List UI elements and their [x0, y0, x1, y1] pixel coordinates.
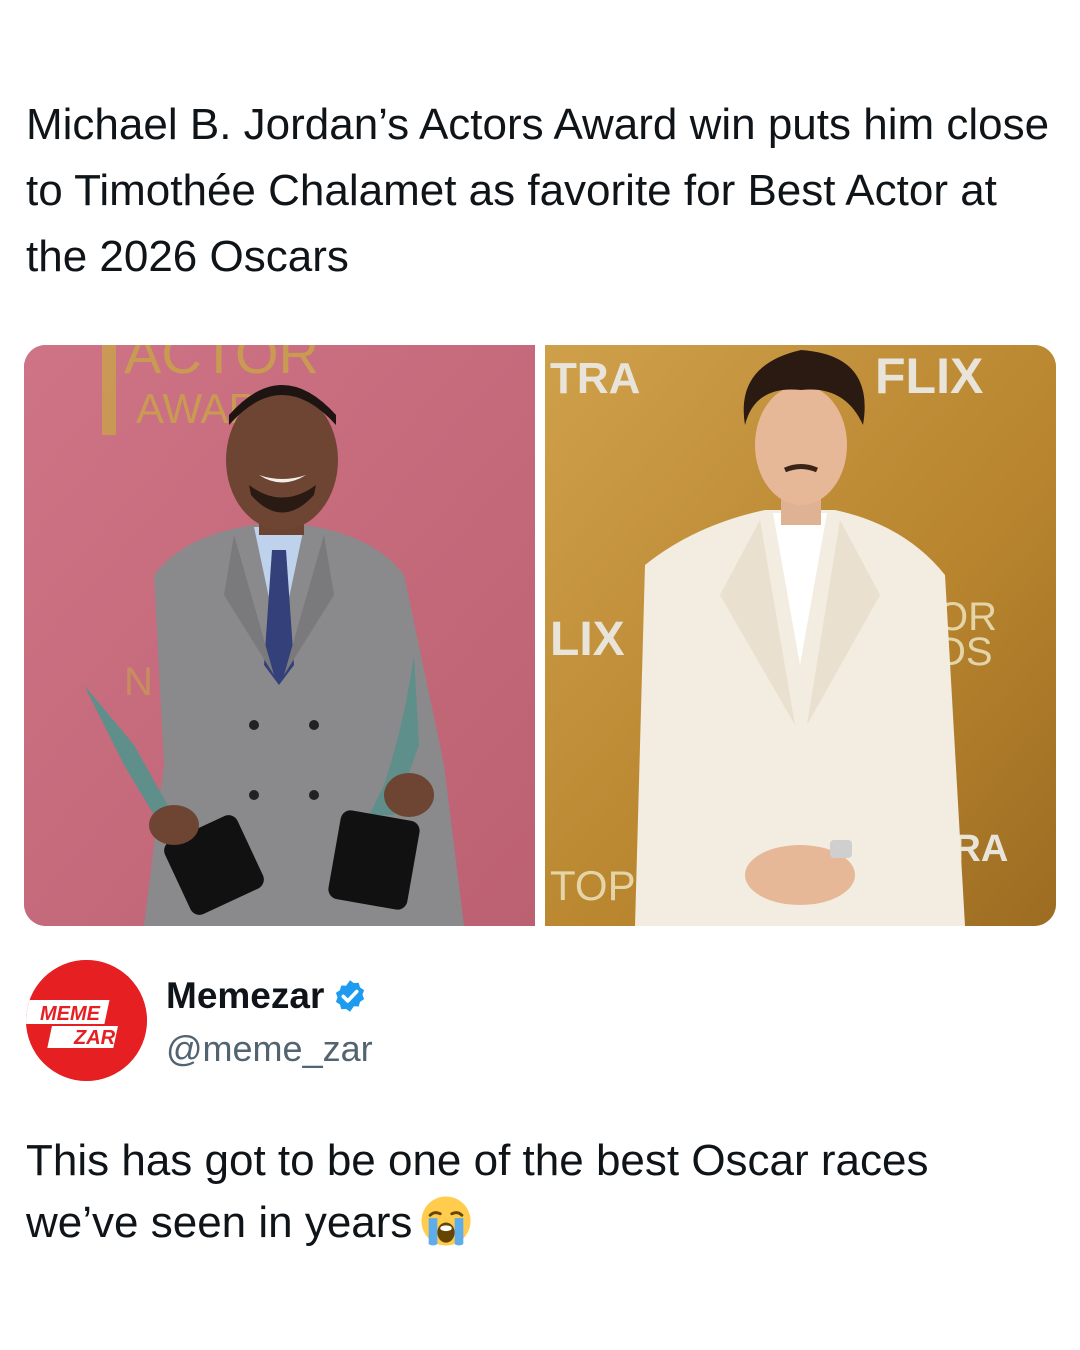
memezar-logo: MEME ZAR [26, 960, 147, 1081]
loudly-crying-face-icon [421, 1196, 471, 1246]
photo-illustration-right: TRA FLIX LIX OR DS FTRA TOP [545, 345, 1056, 926]
backdrop-text: TRA [550, 354, 640, 403]
author-name-row[interactable]: Memezar [166, 975, 368, 1017]
photo-illustration-left: ACTOR AWARDS N [24, 345, 535, 926]
backdrop-text: ACTOR [124, 345, 319, 385]
headline: Michael B. Jordan’s Actors Award win put… [26, 100, 1050, 281]
post-text-content: This has got to be one of the best Oscar… [26, 1136, 929, 1247]
media-collage[interactable]: ACTOR AWARDS N TRA FLIX LIX OR DS TOP [24, 345, 1056, 926]
backdrop-text: FLIX [875, 348, 983, 404]
author-name[interactable]: Memezar [166, 975, 324, 1017]
author-block[interactable]: MEME ZAR Memezar @meme_zar [26, 960, 626, 1084]
backdrop-text: TOP [550, 862, 636, 909]
backdrop-text: N [124, 660, 153, 704]
photo-michael-b-jordan[interactable]: ACTOR AWARDS N [24, 345, 535, 926]
avatar-text: MEME [40, 1003, 101, 1025]
avatar[interactable]: MEME ZAR [26, 960, 147, 1081]
author-handle[interactable]: @meme_zar [166, 1028, 373, 1070]
verified-badge-icon [336, 980, 365, 1012]
backdrop-text: LIX [550, 613, 625, 666]
avatar-text: ZAR [73, 1027, 116, 1049]
photo-timothee-chalamet[interactable]: TRA FLIX LIX OR DS FTRA TOP [545, 345, 1056, 926]
post-text: This has got to be one of the best Oscar… [26, 1130, 1036, 1254]
